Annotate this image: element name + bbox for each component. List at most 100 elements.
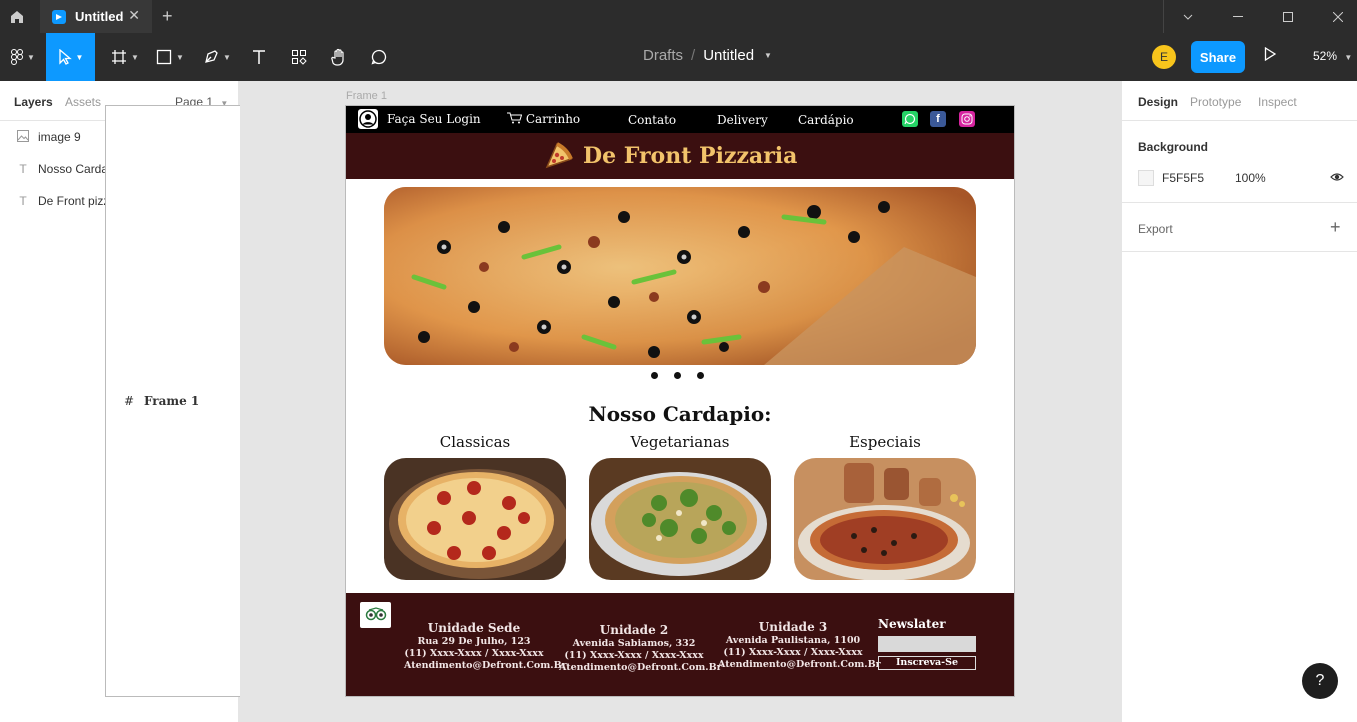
new-tab-button[interactable]: +	[162, 6, 173, 27]
chevron-down-icon: ▼	[1344, 53, 1353, 62]
whatsapp-icon[interactable]	[902, 111, 918, 127]
file-name[interactable]: Untitled	[703, 47, 754, 64]
special-pizza-image[interactable]	[794, 458, 976, 580]
breadcrumb-drafts[interactable]: Drafts	[643, 47, 683, 64]
zoom-value: 52%	[1313, 49, 1338, 63]
background-section: Background F5F5F5 100%	[1122, 121, 1357, 203]
export-label: Export	[1138, 222, 1173, 236]
unit-address: Rua 29 De Julho, 123	[417, 636, 531, 647]
category-classicas: Classicas	[439, 433, 511, 451]
text-tool-button[interactable]	[245, 33, 273, 81]
tripadvisor-logo-icon[interactable]	[360, 602, 391, 628]
comment-tool-button[interactable]	[365, 33, 393, 81]
plus-icon[interactable]: +	[1330, 217, 1341, 238]
unit-phone: (11) Xxxx-Xxxx / Xxxx-Xxxx	[404, 648, 544, 659]
nav-menu[interactable]: Cardápio	[798, 113, 854, 127]
avatar[interactable]: E	[1152, 45, 1176, 69]
rectangle-icon	[156, 49, 172, 65]
breadcrumb: Drafts / Untitled ▼	[643, 47, 772, 64]
export-section: Export +	[1122, 203, 1357, 252]
background-opacity[interactable]: 100%	[1235, 171, 1266, 185]
close-window-button[interactable]	[1313, 0, 1357, 33]
text-icon	[253, 50, 265, 64]
unit-name: Unidade 2	[599, 623, 669, 637]
brand-bar: De Front Pizzaria	[346, 133, 1014, 179]
unit-card: Unidade Sede Rua 29 De Julho, 123 (11) X…	[404, 621, 567, 672]
file-tab[interactable]: Untitled ✕	[40, 0, 152, 33]
carousel-dot[interactable]	[697, 372, 704, 379]
tab-inspect[interactable]: Inspect	[1258, 95, 1297, 109]
tab-layers[interactable]: Layers	[14, 95, 53, 109]
unit-email[interactable]: Atendimento@Defront.Com.Br	[404, 660, 567, 672]
instagram-icon[interactable]	[959, 111, 975, 127]
layer-name: image 9	[38, 130, 81, 144]
unit-card: Unidade 3 Avenida Paulistana, 1100 (11) …	[718, 620, 881, 671]
carousel-dot[interactable]	[651, 372, 658, 379]
tab-assets[interactable]: Assets	[65, 95, 101, 109]
nav-login[interactable]: Faça Seu Login	[387, 112, 481, 126]
unit-address: Avenida Sabiamos, 332	[572, 638, 696, 649]
share-button[interactable]: Share	[1191, 41, 1245, 73]
frame-label[interactable]: Frame 1	[346, 90, 387, 102]
zoom-level[interactable]: 52% ▼	[1313, 49, 1352, 63]
tab-prototype[interactable]: Prototype	[1190, 95, 1241, 109]
background-label: Background	[1138, 140, 1209, 154]
nav-delivery[interactable]: Delivery	[717, 113, 768, 127]
pen-tool-button[interactable]: ▼	[197, 33, 237, 81]
facebook-icon[interactable]: f	[930, 111, 946, 127]
unit-address: Avenida Paulistana, 1100	[725, 635, 861, 646]
frame-icon	[112, 50, 127, 64]
toolbar: ▼ ▼ ▼ ▼ ▼ Drafts / Untitled ▼ E Share 52…	[0, 33, 1357, 81]
tab-design[interactable]: Design	[1138, 95, 1178, 109]
carousel-dot[interactable]	[674, 372, 681, 379]
title-bar: Untitled ✕ +	[0, 0, 1357, 33]
newsletter-subscribe-button[interactable]: Inscreva-Se	[878, 656, 976, 670]
nav-contact[interactable]: Contato	[628, 113, 676, 127]
menu-title: Nosso Cardapio:	[588, 402, 772, 426]
figma-file-icon	[52, 9, 66, 24]
main-menu-button[interactable]: ▼	[0, 33, 46, 81]
shape-tool-button[interactable]: ▼	[150, 33, 190, 81]
unit-card: Unidade 2 Avenida Sabiamos, 332 (11) Xxx…	[559, 623, 722, 674]
unit-email[interactable]: Atendimento@Defront.Com.Br	[559, 662, 722, 674]
hand-tool-button[interactable]	[325, 33, 353, 81]
comment-icon	[371, 49, 387, 65]
hand-icon	[331, 48, 344, 66]
eye-icon[interactable]	[1330, 170, 1344, 187]
unit-email[interactable]: Atendimento@Defront.Com.Br	[718, 659, 881, 671]
image-icon	[16, 129, 30, 145]
chevron-down-icon[interactable]: ▼	[764, 51, 772, 60]
frame-1[interactable]: Faça Seu Login Carrinho Contato Delivery…	[345, 105, 1015, 697]
nav-cart[interactable]: Carrinho	[507, 112, 580, 126]
unit-phone: (11) Xxxx-Xxxx / Xxxx-Xxxx	[723, 647, 863, 658]
breadcrumb-separator: /	[691, 47, 696, 64]
nav-cart-label: Carrinho	[525, 112, 581, 126]
pizza-slice-icon	[545, 142, 573, 169]
newsletter-email-input[interactable]	[878, 636, 976, 652]
category-especiais: Especiais	[849, 433, 921, 451]
chevron-down-icon[interactable]	[1163, 0, 1213, 33]
properties-panel: Design Prototype Inspect Background F5F5…	[1121, 81, 1357, 722]
cart-icon	[507, 112, 523, 124]
move-tool-button[interactable]: ▼	[46, 33, 95, 81]
home-button[interactable]	[0, 0, 34, 33]
maximize-button[interactable]	[1263, 0, 1313, 33]
background-hex[interactable]: F5F5F5	[1162, 171, 1204, 185]
pepperoni-pizza-image[interactable]	[384, 458, 566, 580]
unit-phone: (11) Xxxx-Xxxx / Xxxx-Xxxx	[564, 650, 704, 661]
layer-name: Frame 1	[144, 394, 200, 408]
resources-button[interactable]	[285, 33, 313, 81]
vegetarian-pizza-image[interactable]	[589, 458, 771, 580]
minimize-button[interactable]	[1213, 0, 1263, 33]
home-icon	[11, 10, 23, 23]
hero-pizza-image	[384, 187, 976, 365]
canvas[interactable]: Frame 1 Faça Seu Login Carrinho Contato …	[240, 81, 1121, 722]
present-button[interactable]	[1264, 46, 1277, 66]
background-swatch[interactable]	[1138, 170, 1154, 186]
layers-panel: Layers Assets Page 1 ▼ image 9 T Nosso C…	[0, 81, 775, 722]
panel-tabs: Design Prototype Inspect	[1122, 81, 1357, 121]
frame-tool-button[interactable]: ▼	[105, 33, 145, 81]
help-button[interactable]: ?	[1302, 663, 1338, 699]
close-icon[interactable]: ✕	[128, 7, 140, 24]
text-layer-icon: T	[19, 194, 27, 208]
